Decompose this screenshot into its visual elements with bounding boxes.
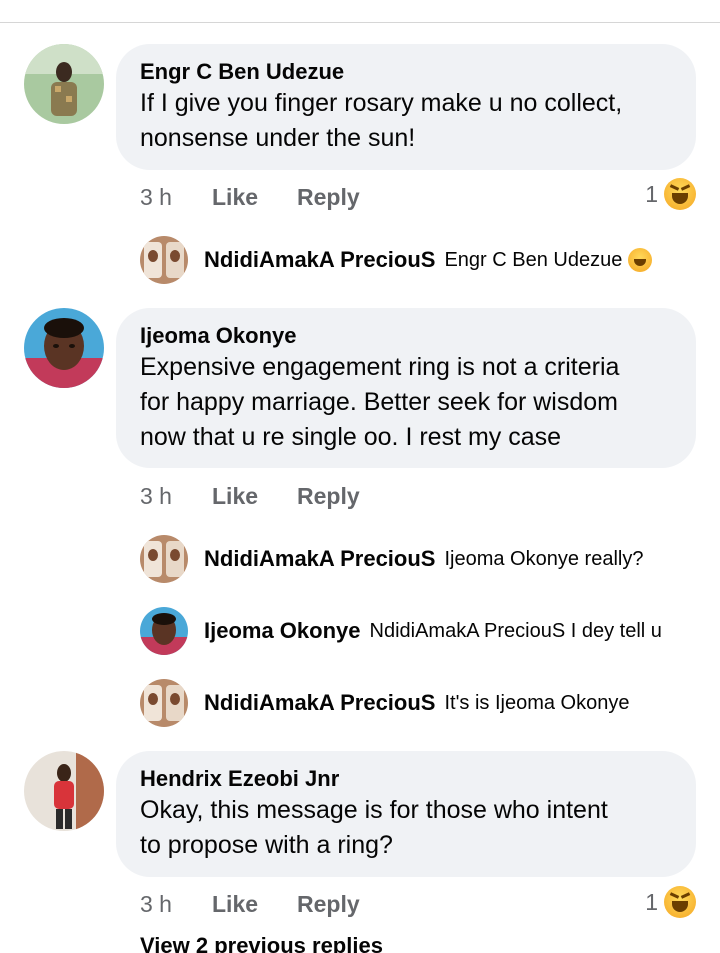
avatar-ijeoma-okonye[interactable] xyxy=(140,607,188,655)
reply-item: NdidiAmakA PreciouS Ijeoma Okonye really… xyxy=(140,535,643,583)
reaction-count: 1 xyxy=(645,888,658,915)
comment-bubble: Engr C Ben Udezue If I give you finger r… xyxy=(116,44,696,170)
comment-text-line: Expensive engagement ring is not a crite… xyxy=(140,353,620,381)
reply-item: NdidiAmakA PreciouS Engr C Ben Udezue xyxy=(140,236,653,284)
avatar-engr-c-ben-udezue[interactable] xyxy=(24,44,104,124)
avatar-ijeoma-okonye[interactable] xyxy=(24,308,104,388)
comment-actions: 3 h Like Reply xyxy=(140,889,360,919)
reaction-count: 1 xyxy=(645,180,658,207)
reply-author[interactable]: NdidiAmakA PreciouS xyxy=(204,247,435,273)
comment-text-line: nonsense under the sun! xyxy=(140,124,416,152)
like-button[interactable]: Like xyxy=(212,891,297,918)
reply-button[interactable]: Reply xyxy=(297,184,360,211)
avatar-ndidiamaka-precious[interactable] xyxy=(140,236,188,284)
reply-button[interactable]: Reply xyxy=(297,891,360,918)
comment-author[interactable]: Engr C Ben Udezue xyxy=(140,58,672,86)
comment-actions: 3 h Like Reply xyxy=(140,182,360,212)
avatar-ndidiamaka-precious[interactable] xyxy=(140,535,188,583)
reply-author[interactable]: NdidiAmakA PreciouS xyxy=(204,546,435,572)
reply-text: Ijeoma Okonye really? xyxy=(444,547,644,570)
comment-timestamp[interactable]: 3 h xyxy=(140,891,212,918)
haha-emoji-icon xyxy=(664,886,696,918)
comment-text-line: If I give you finger rosary make u no co… xyxy=(140,89,623,117)
comment-actions: 3 h Like Reply xyxy=(140,481,360,511)
reply-author[interactable]: NdidiAmakA PreciouS xyxy=(204,690,435,716)
reply-text: It's is Ijeoma Okonye xyxy=(444,691,630,714)
reply-text: Engr C Ben Udezue xyxy=(444,248,623,271)
reaction-summary[interactable]: 1 xyxy=(645,176,696,212)
avatar-ndidiamaka-precious[interactable] xyxy=(140,679,188,727)
top-divider xyxy=(0,22,720,23)
reply-item: NdidiAmakA PreciouS It's is Ijeoma Okony… xyxy=(140,679,629,727)
reply-button[interactable]: Reply xyxy=(297,483,360,510)
comment-text-line: to propose with a ring? xyxy=(140,831,393,859)
comment-bubble: Hendrix Ezeobi Jnr Okay, this message is… xyxy=(116,751,696,877)
avatar-hendrix-ezeobi-jnr[interactable] xyxy=(24,751,104,831)
comment-timestamp[interactable]: 3 h xyxy=(140,483,212,510)
comment-timestamp[interactable]: 3 h xyxy=(140,184,212,211)
comment-author[interactable]: Hendrix Ezeobi Jnr xyxy=(140,765,672,793)
reply-item: Ijeoma Okonye NdidiAmakA PreciouS I dey … xyxy=(140,607,662,655)
like-button[interactable]: Like xyxy=(212,184,297,211)
comment-bubble: Ijeoma Okonye Expensive engagement ring … xyxy=(116,308,696,468)
like-button[interactable]: Like xyxy=(212,483,297,510)
haha-emoji-icon xyxy=(664,178,696,210)
comment-author[interactable]: Ijeoma Okonye xyxy=(140,322,672,350)
comment-text-line: for happy marriage. Better seek for wisd… xyxy=(140,388,618,416)
comment-text-line: Okay, this message is for those who inte… xyxy=(140,796,608,824)
view-previous-replies-link[interactable]: View 2 previous replies xyxy=(140,933,383,953)
reply-author[interactable]: Ijeoma Okonye xyxy=(204,618,361,644)
reply-text: NdidiAmakA PreciouS I dey tell u xyxy=(369,619,662,642)
reaction-summary[interactable]: 1 xyxy=(645,884,696,920)
comment-text-line: now that u re single oo. I rest my case xyxy=(140,423,562,451)
laughing-emoji-icon xyxy=(628,248,653,272)
